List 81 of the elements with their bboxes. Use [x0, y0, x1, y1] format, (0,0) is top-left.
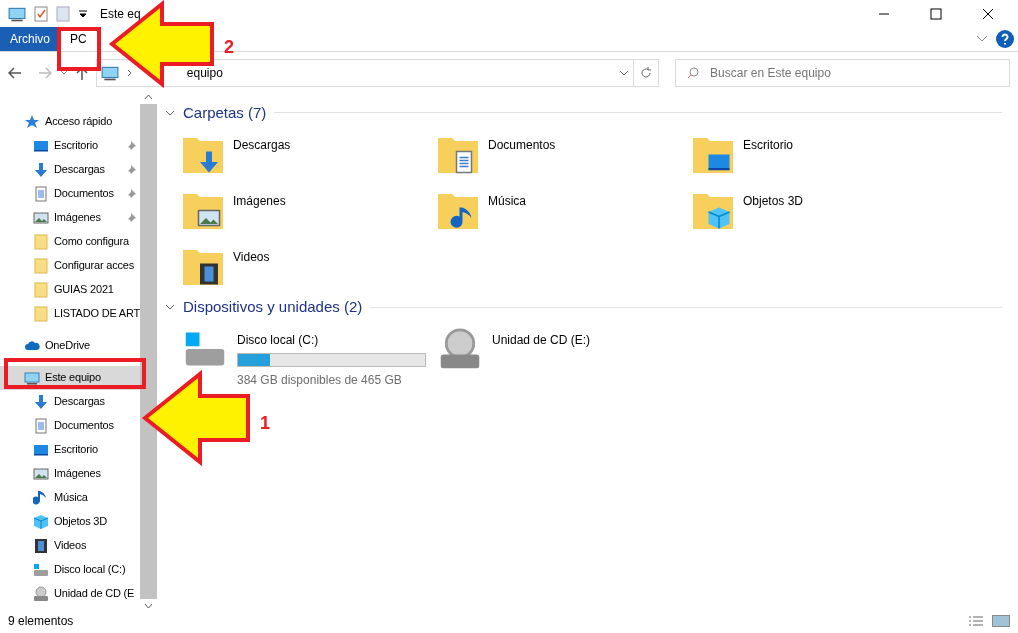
- sidebar-item[interactable]: Unidad de CD (E: [0, 581, 140, 606]
- film-icon: [33, 537, 49, 554]
- cube-icon: [33, 513, 49, 530]
- sidebar-item[interactable]: Documentos: [0, 181, 140, 206]
- drive-icon: [33, 561, 49, 578]
- address-bar[interactable]: equipo: [95, 58, 635, 87]
- drive-name: Unidad de CD (E:): [492, 331, 591, 349]
- sidebar-item[interactable]: Disco local (C:): [0, 557, 140, 582]
- sidebar-item[interactable]: GUIAS 2021: [0, 277, 140, 302]
- chevron-up-icon[interactable]: [144, 93, 153, 100]
- blank-page-icon: [56, 5, 70, 22]
- folder-item[interactable]: Imágenes: [181, 184, 436, 240]
- folder-icon: [33, 281, 49, 298]
- sidebar-item[interactable]: Videos: [0, 533, 140, 558]
- down-arrow-icon: [33, 161, 49, 178]
- help-icon[interactable]: [996, 30, 1014, 49]
- sidebar-item[interactable]: Imágenes: [0, 461, 140, 486]
- document-icon: [33, 185, 49, 202]
- dropdown-icon[interactable]: [78, 8, 88, 19]
- sidebar-item[interactable]: Imágenes: [0, 205, 140, 230]
- sidebar-item[interactable]: Escritorio: [0, 437, 140, 462]
- sidebar-item[interactable]: Como configura: [0, 229, 140, 254]
- pin-icon[interactable]: [126, 188, 136, 199]
- sidebar-item[interactable]: OneDrive: [0, 333, 140, 358]
- chevron-down-icon[interactable]: [144, 603, 153, 610]
- free-space-text: 384 GB disponibles de 465 GB: [237, 371, 403, 389]
- callout-number: 1: [260, 412, 270, 435]
- sidebar-item[interactable]: Descargas: [0, 389, 140, 414]
- back-arrow-icon[interactable]: [8, 66, 22, 79]
- search-field[interactable]: Buscar en Este equipo: [675, 58, 1010, 87]
- maximize-icon[interactable]: [930, 7, 942, 20]
- folder-icon: [33, 233, 49, 250]
- sidebar-item[interactable]: LISTADO DE ART: [0, 301, 140, 326]
- window-title: Este eq: [100, 5, 141, 23]
- sidebar-item[interactable]: Acceso rápido: [0, 109, 140, 134]
- down-arrow-icon: [33, 393, 49, 410]
- sidebar-item[interactable]: Música: [0, 485, 140, 510]
- picture-icon: [33, 465, 49, 482]
- folder-item[interactable]: Documentos: [436, 128, 691, 184]
- monitor-icon: [24, 369, 40, 386]
- pin-icon[interactable]: [126, 212, 136, 223]
- address-path: equipo: [186, 64, 223, 82]
- star-icon: [24, 113, 40, 130]
- status-text: 9 elementos: [8, 613, 74, 631]
- pin-icon[interactable]: [126, 140, 136, 151]
- folder-item[interactable]: Videos: [181, 240, 436, 296]
- sidebar-item[interactable]: Escritorio: [0, 133, 140, 158]
- chevron-icon[interactable]: [619, 69, 630, 76]
- drive-item[interactable]: Unidad de CD (E:): [436, 322, 691, 383]
- section-header[interactable]: Dispositivos y unidades (2): [183, 296, 363, 319]
- folder-item[interactable]: Escritorio: [691, 128, 946, 184]
- pin-icon[interactable]: [126, 164, 136, 175]
- ribbon-tab[interactable]: PC: [60, 27, 97, 52]
- checklist-icon: [34, 5, 48, 22]
- chevron-icon: [126, 68, 133, 77]
- folder-icon: [33, 257, 49, 274]
- search-icon: [687, 66, 700, 79]
- picture-icon: [33, 209, 49, 226]
- sidebar-item[interactable]: Documentos: [0, 413, 140, 438]
- highlight-frame: [57, 27, 101, 71]
- folder-item[interactable]: Objetos 3D: [691, 184, 946, 240]
- section-header[interactable]: Carpetas (7): [183, 101, 267, 124]
- sidebar-item[interactable]: Objetos 3D: [0, 509, 140, 534]
- chevron-icon[interactable]: [165, 304, 175, 311]
- drive-name: Disco local (C:): [237, 331, 320, 349]
- music-note-icon: [33, 489, 49, 506]
- document-icon: [33, 417, 49, 434]
- callout-number: 2: [224, 36, 234, 59]
- folder-item[interactable]: Descargas: [181, 128, 436, 184]
- sidebar-item[interactable]: Configurar acces: [0, 253, 140, 278]
- close-icon[interactable]: [982, 7, 994, 20]
- large-icons-view-icon[interactable]: [992, 615, 1010, 628]
- chevron-icon[interactable]: [976, 35, 988, 44]
- cd-drive-icon: [33, 585, 49, 602]
- refresh-icon: [640, 66, 653, 79]
- sidebar-item[interactable]: Descargas: [0, 157, 140, 182]
- chevron-icon[interactable]: [165, 109, 175, 116]
- folder-icon: [33, 305, 49, 322]
- chevron-icon[interactable]: [59, 69, 68, 76]
- file-menu-tab[interactable]: Archivo: [0, 27, 60, 52]
- folder-item[interactable]: Música: [436, 184, 691, 240]
